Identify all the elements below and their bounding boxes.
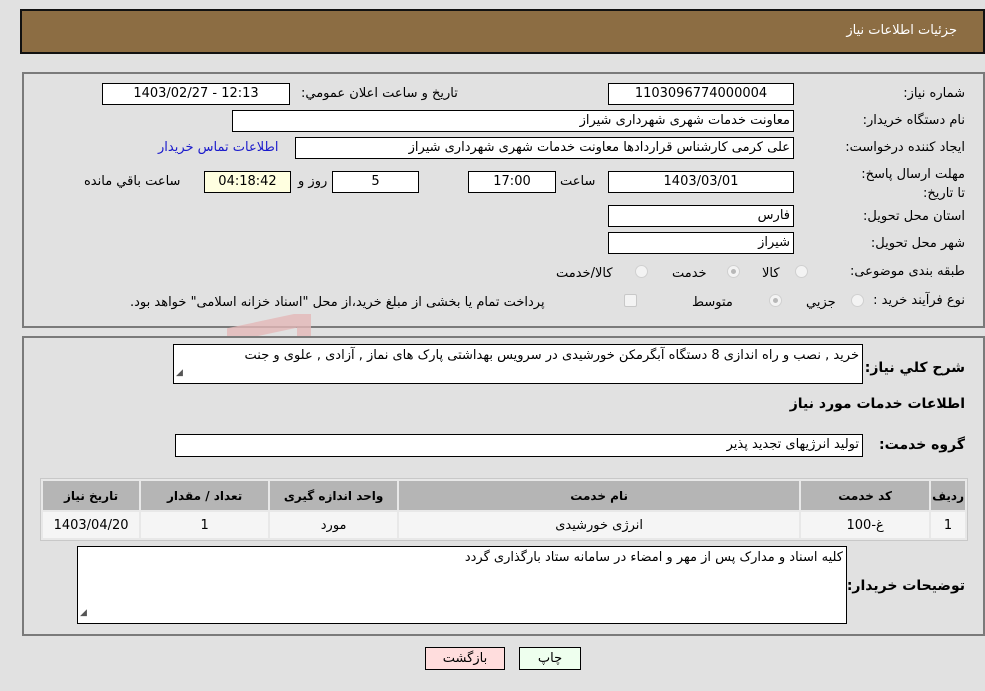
services-heading: اطلاعات خدمات مورد نیاز — [789, 396, 965, 412]
resize-grip-icon[interactable]: ◢ — [80, 605, 87, 622]
category-option-service: خدمت — [672, 266, 707, 281]
requester-label: ایجاد کننده درخواست: — [845, 140, 965, 155]
resize-grip-icon[interactable]: ◢ — [176, 365, 183, 382]
deadline-time-label: ساعت — [560, 174, 596, 189]
process-radio-minor[interactable] — [851, 294, 864, 307]
print-button[interactable]: چاپ — [519, 647, 581, 670]
col-header-row-number: ردیف — [931, 481, 965, 510]
need-number-field: 1103096774000004 — [608, 83, 794, 105]
remaining-label: ساعت باقي مانده — [84, 174, 181, 189]
table-row: 1 غ-100 انرژی خورشیدی مورد 1 1403/04/20 — [43, 512, 965, 538]
treasury-checkbox[interactable] — [624, 294, 637, 307]
description-text: خرید , نصب و راه اندازی 8 دستگاه آبگرمکن… — [244, 348, 859, 363]
cell-row-number: 1 — [931, 512, 965, 538]
deadline-time-field: 17:00 — [468, 171, 556, 193]
col-header-unit: واحد اندازه گیری — [270, 481, 398, 510]
service-group-label: گروه خدمت: — [879, 437, 965, 453]
buyer-notes-textarea[interactable]: کلیه اسناد و مدارک پس از مهر و امضاء در … — [77, 546, 847, 624]
category-label: طبقه بندی موضوعی: — [849, 264, 965, 279]
city-field: شیراز — [608, 232, 794, 254]
need-details-panel: شرح کلي نياز: خرید , نصب و راه اندازی 8 … — [22, 336, 985, 636]
page-header: جزئیات اطلاعات نیاز — [20, 9, 985, 54]
announce-datetime-field: 1403/02/27 - 12:13 — [102, 83, 290, 105]
cell-service-code: غ-100 — [801, 512, 930, 538]
description-textarea[interactable]: خرید , نصب و راه اندازی 8 دستگاه آبگرمکن… — [173, 344, 863, 384]
buyer-org-label: نام دستگاه خریدار: — [862, 113, 965, 128]
process-radio-medium[interactable] — [769, 294, 782, 307]
services-table: ردیف کد خدمت نام خدمت واحد اندازه گیری ت… — [40, 478, 968, 541]
announce-datetime-label: تاریخ و ساعت اعلان عمومي: — [301, 86, 458, 101]
province-label: استان محل تحویل: — [863, 209, 965, 224]
cell-quantity: 1 — [141, 512, 269, 538]
category-radio-service[interactable] — [727, 265, 740, 278]
process-option-minor: جزيي — [806, 295, 836, 310]
province-field: فارس — [608, 205, 794, 227]
col-header-need-date: تاریخ نیاز — [43, 481, 140, 510]
process-option-medium: متوسط — [692, 295, 733, 310]
days-label: روز و — [298, 174, 328, 189]
service-group-field: تولید انرژیهای تجدید پذیر — [175, 434, 863, 457]
description-label: شرح کلي نياز: — [864, 360, 965, 376]
requester-field: علی کرمی کارشناس قراردادها معاونت خدمات … — [295, 137, 794, 159]
table-header-row: ردیف کد خدمت نام خدمت واحد اندازه گیری ت… — [43, 481, 965, 510]
need-number-label: شماره نیاز: — [903, 86, 965, 101]
col-header-quantity: تعداد / مقدار — [141, 481, 269, 510]
page-title: جزئیات اطلاعات نیاز — [846, 23, 957, 38]
remaining-days-field: 5 — [332, 171, 419, 193]
cell-service-name: انرژی خورشیدی — [399, 512, 800, 538]
col-header-service-name: نام خدمت — [399, 481, 800, 510]
process-type-label: نوع فرآیند خرید : — [873, 293, 965, 308]
category-radio-goods[interactable] — [795, 265, 808, 278]
treasury-note: پرداخت تمام یا بخشی از مبلغ خرید،از محل … — [130, 295, 545, 310]
category-option-goods: کالا — [762, 266, 780, 281]
category-option-goods-service: کالا/خدمت — [556, 266, 613, 281]
need-info-panel: AriaTender.neT شماره نیاز: 1103096774000… — [22, 72, 985, 416]
buyer-org-field: معاونت خدمات شهری شهرداری شیراز — [232, 110, 794, 132]
deadline-label: مهلت ارسال پاسخ: تا تاریخ: — [861, 167, 965, 201]
city-label: شهر محل تحویل: — [870, 236, 965, 251]
category-radio-goods-service[interactable] — [635, 265, 648, 278]
buyer-notes-label: توضیحات خریدار: — [846, 578, 965, 594]
col-header-service-code: کد خدمت — [801, 481, 930, 510]
deadline-date-field: 1403/03/01 — [608, 171, 794, 193]
buyer-notes-text: کلیه اسناد و مدارک پس از مهر و امضاء در … — [464, 550, 843, 565]
cell-need-date: 1403/04/20 — [43, 512, 140, 538]
back-button[interactable]: بازگشت — [425, 647, 505, 670]
remaining-time-field: 04:18:42 — [204, 171, 291, 193]
cell-unit: مورد — [270, 512, 398, 538]
buyer-contact-link[interactable]: اطلاعات تماس خریدار — [158, 140, 278, 155]
